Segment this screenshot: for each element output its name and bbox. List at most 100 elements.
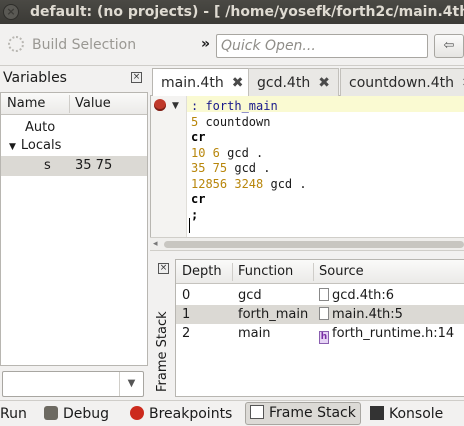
column-separator[interactable] xyxy=(232,263,233,281)
tree-item-s[interactable]: s 35 75 xyxy=(1,156,147,176)
editor-horizontal-scrollbar[interactable]: ◂ xyxy=(150,237,464,251)
column-header-source[interactable]: Source xyxy=(319,264,364,279)
column-header-depth[interactable]: Depth xyxy=(182,264,222,279)
frame-depth: 2 xyxy=(182,326,191,341)
editor-tab-bar: main.4th ✖ gcd.4th ✖ countdown.4th✖ xyxy=(150,66,464,97)
tool-view-bar: Run Debug Breakpoints Frame Stack Konsol… xyxy=(0,400,464,426)
bug-icon xyxy=(154,99,166,111)
column-header-value[interactable]: Value xyxy=(75,96,111,111)
tab-frame-stack-label: Frame Stack xyxy=(269,405,356,421)
code-word: gcd . xyxy=(263,176,307,191)
toolbar: Build Selection » Quick Open... ⇦ xyxy=(0,24,464,66)
tab-label: countdown.4th xyxy=(349,75,454,91)
code-lines: : forth_main 5 countdown cr 10 6 gcd . 35 75… xyxy=(191,99,307,223)
tree-item-locals[interactable]: ▼ Locals xyxy=(9,138,61,153)
tab-label: gcd.4th xyxy=(257,75,311,91)
header-file-icon: h xyxy=(319,331,329,344)
tab-run[interactable]: Run xyxy=(0,404,27,424)
variables-panel-title: Variables xyxy=(3,70,67,86)
frame-source-text: forth_runtime.h:14 xyxy=(332,326,455,341)
variables-close-icon[interactable]: × xyxy=(131,72,142,83)
frame-source-text: main.4th:5 xyxy=(332,307,403,322)
code-word: countdown xyxy=(198,114,271,129)
frame-source[interactable]: gcd.4th:6 xyxy=(319,288,394,303)
scroll-left-icon[interactable]: ◂ xyxy=(153,238,158,250)
quick-open-input[interactable]: Quick Open... xyxy=(216,34,428,58)
code-keyword: cr xyxy=(191,130,206,144)
frame-depth: 1 xyxy=(182,307,191,322)
tab-close-icon[interactable]: ✖ xyxy=(318,75,330,91)
editor-gutter[interactable]: ▼ xyxy=(151,96,187,237)
build-selection-button[interactable]: Build Selection xyxy=(8,34,136,56)
text-cursor xyxy=(189,218,190,233)
breakpoint-icon xyxy=(130,406,144,420)
variable-value: 35 75 xyxy=(75,158,113,173)
column-separator[interactable] xyxy=(69,95,70,113)
tab-konsole-label: Konsole xyxy=(389,406,444,422)
frame-function: forth_main xyxy=(238,307,309,322)
frame-stack-label: Frame Stack xyxy=(154,282,172,394)
code-line: 12856 3248 gcd . xyxy=(191,177,307,193)
code-line: cr xyxy=(191,130,307,146)
code-keyword: ; xyxy=(191,207,199,222)
fold-arrow-icon[interactable]: ▼ xyxy=(172,101,179,111)
column-header-name[interactable]: Name xyxy=(7,96,45,111)
terminal-icon xyxy=(370,406,384,420)
frame-source-text: gcd.4th:6 xyxy=(332,288,395,303)
column-header-function[interactable]: Function xyxy=(238,264,293,279)
window-close-button[interactable]: × xyxy=(3,4,19,20)
frame-source[interactable]: h forth_runtime.h:14 xyxy=(319,326,454,344)
tab-debug[interactable]: Debug xyxy=(44,404,109,424)
combo-dropdown-icon[interactable]: ▼ xyxy=(119,372,143,396)
code-colon: : xyxy=(191,99,206,113)
expand-arrow-icon[interactable]: ▼ xyxy=(9,142,16,152)
code-editor[interactable]: ▼ : forth_main 5 countdown cr 10 6 gcd . 35 … xyxy=(150,96,464,237)
code-word: gcd . xyxy=(219,145,264,160)
tab-frame-stack[interactable]: Frame Stack xyxy=(245,402,361,425)
code-line: ; xyxy=(191,208,307,224)
frame-row[interactable]: 0 gcd gcd.4th:6 xyxy=(176,286,464,305)
tree-item-locals-label: Locals xyxy=(20,138,62,153)
frame-function: gcd xyxy=(238,288,262,303)
scrollbar-thumb[interactable] xyxy=(164,241,464,248)
file-icon xyxy=(319,288,329,301)
toolbar-overflow-chevron[interactable]: » xyxy=(201,36,210,52)
tab-run-label: Run xyxy=(0,406,27,422)
variable-name: s xyxy=(44,158,51,173)
code-word-name: forth_main xyxy=(205,99,278,113)
frame-source[interactable]: main.4th:5 xyxy=(319,307,403,322)
file-icon xyxy=(319,307,329,320)
tab-close-icon[interactable]: ✖ xyxy=(232,75,244,91)
build-selection-label: Build Selection xyxy=(32,37,137,53)
frame-stack-header: Depth Function Source xyxy=(176,260,464,284)
build-gear-icon xyxy=(8,36,24,52)
variables-tree: Name Value Auto ▼ Locals s 35 75 xyxy=(0,92,148,366)
column-separator[interactable] xyxy=(313,263,314,281)
code-line: 5 countdown xyxy=(191,115,307,131)
window-title: default: (no projects) - [ /home/yosefk/… xyxy=(30,4,464,20)
frame-stack-close-icon[interactable]: × xyxy=(158,263,169,274)
frame-stack-icon xyxy=(250,405,264,419)
frame-depth: 0 xyxy=(182,288,191,303)
frame-function: main xyxy=(238,326,271,341)
tree-item-auto[interactable]: Auto xyxy=(25,120,55,135)
code-line: : forth_main xyxy=(191,99,307,115)
tab-gcd-4th[interactable]: gcd.4th ✖ xyxy=(248,68,339,96)
navigate-back-button[interactable]: ⇦ xyxy=(434,34,464,58)
tab-breakpoints[interactable]: Breakpoints xyxy=(130,404,232,424)
tab-konsole[interactable]: Konsole xyxy=(370,404,443,424)
debug-icon xyxy=(44,406,58,420)
frame-row[interactable]: 2 main h forth_runtime.h:14 xyxy=(176,324,464,344)
tab-countdown-4th[interactable]: countdown.4th✖ xyxy=(340,68,464,96)
tab-breakpoints-label: Breakpoints xyxy=(149,406,233,422)
code-keyword: cr xyxy=(191,192,206,206)
title-bar: × default: (no projects) - [ /home/yosef… xyxy=(0,0,464,24)
frame-stack-label-text: Frame Stack xyxy=(155,311,170,392)
frame-stack-table: Depth Function Source 0 gcd gcd.4th:6 1 fort… xyxy=(175,259,464,397)
tab-main-4th[interactable]: main.4th ✖ xyxy=(152,68,253,97)
frame-row[interactable]: 1 forth_main main.4th:5 xyxy=(176,305,464,324)
variables-scope-combo[interactable]: ▼ xyxy=(2,371,144,397)
code-numbers: 10 6 xyxy=(191,145,220,160)
code-line: 35 75 gcd . xyxy=(191,161,307,177)
code-numbers: 12856 3248 xyxy=(191,176,264,191)
